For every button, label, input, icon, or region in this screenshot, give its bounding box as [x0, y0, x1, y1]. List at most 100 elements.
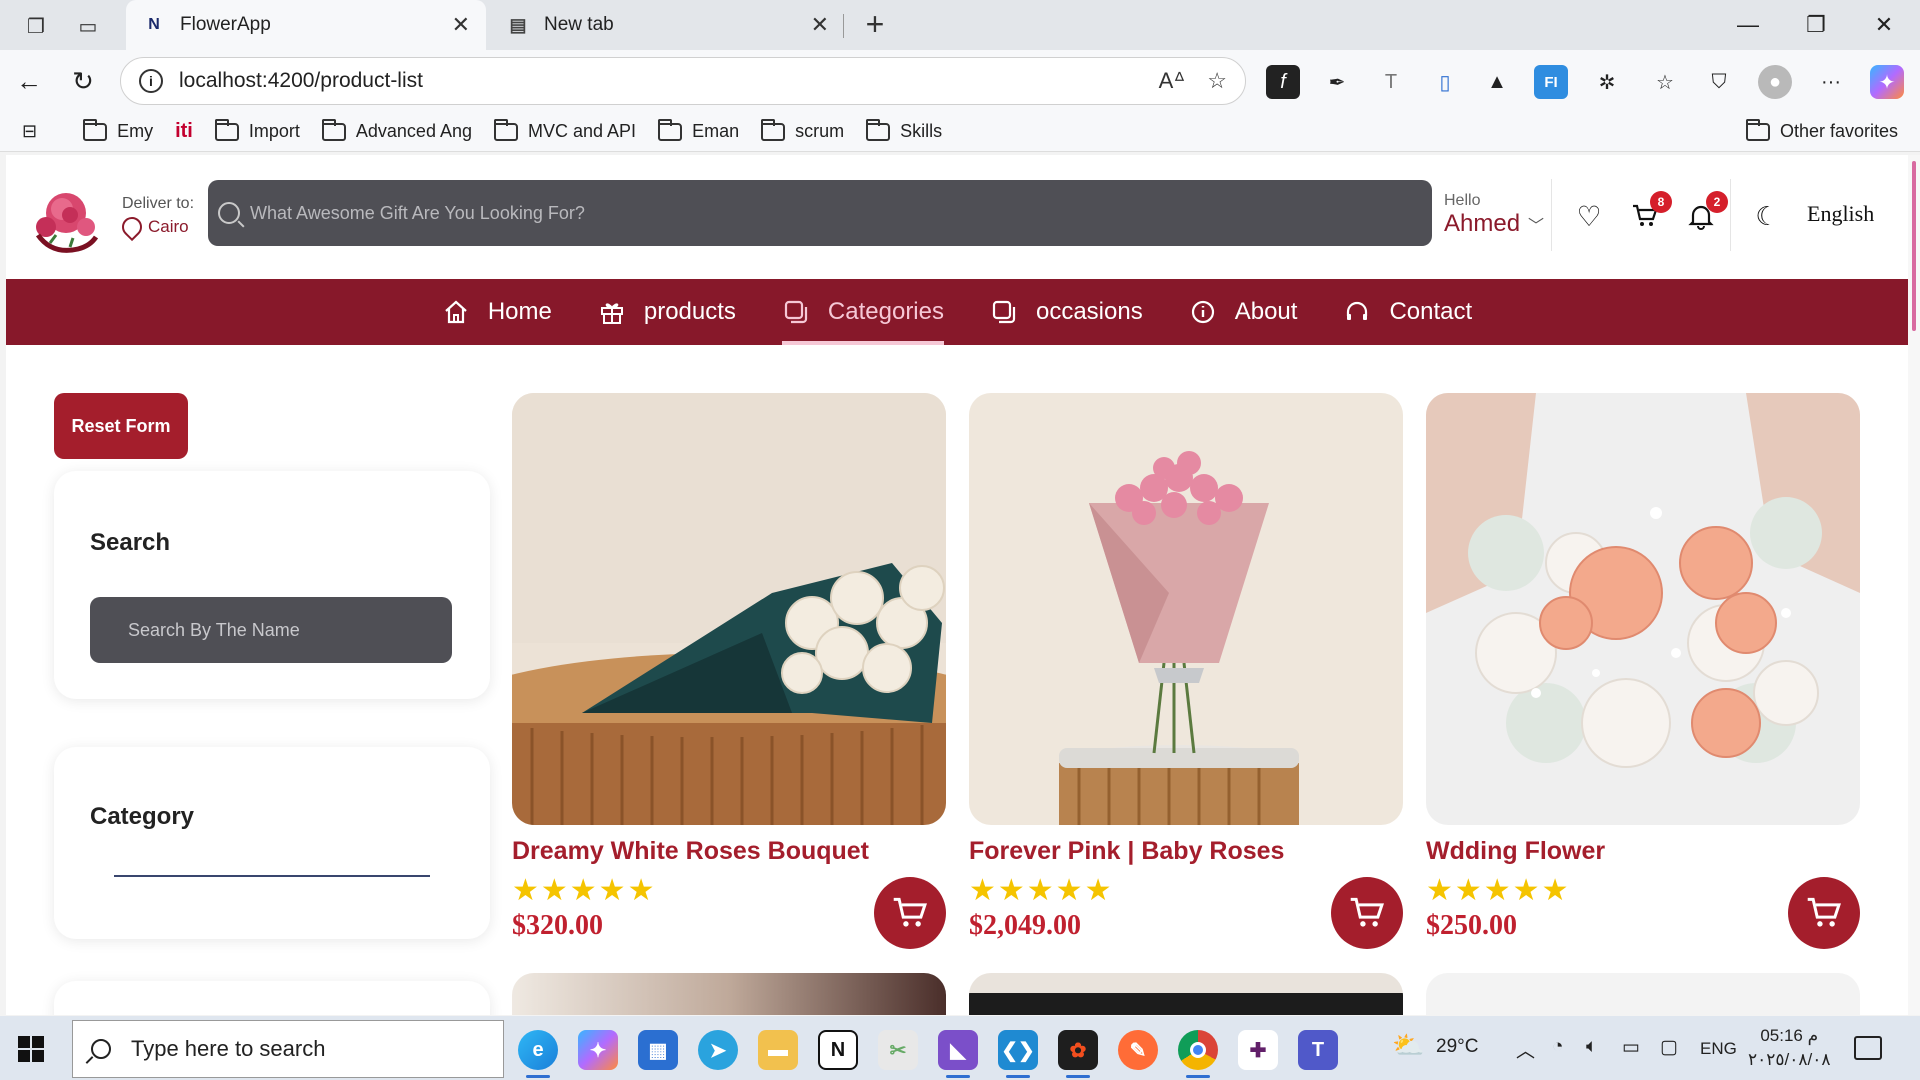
page-extension-icon[interactable]: ▯ [1428, 65, 1462, 99]
file-explorer-icon[interactable]: ▬ [758, 1030, 798, 1070]
product-name[interactable]: Dreamy White Roses Bouquet [512, 837, 946, 866]
bookmark-iti-icon[interactable]: iti [175, 120, 193, 143]
product-image-white-roses[interactable] [512, 393, 946, 825]
category-select-underline[interactable] [114, 875, 430, 877]
favorites-icon[interactable]: ☆ [1648, 65, 1682, 99]
nav-occasions[interactable]: occasions [990, 279, 1143, 345]
bookmark-reader-icon[interactable]: ⊟ [22, 121, 61, 142]
eyedropper-extension-icon[interactable]: ✒ [1320, 65, 1354, 99]
user-menu[interactable]: Hello Ahmed ﹀ [1444, 192, 1544, 238]
reset-form-button[interactable]: Reset Form [54, 393, 188, 459]
gift-search-input[interactable]: What Awesome Gift Are You Looking For? [208, 180, 1432, 246]
show-hidden-icons-icon[interactable]: ︿ [1516, 1036, 1535, 1063]
text-extension-icon[interactable]: T [1374, 65, 1408, 99]
edge-app-icon[interactable]: e [518, 1030, 558, 1078]
bookmark-scrum[interactable]: scrum [761, 118, 844, 142]
extensions-puzzle-icon[interactable]: ✲ [1590, 65, 1624, 99]
product-card[interactable]: Forever Pink | Baby Roses ★★★★★ $2,049.0… [969, 393, 1403, 949]
tab-new-tab[interactable]: ▤ New tab ✕ [490, 0, 845, 50]
bookmark-import[interactable]: Import [214, 118, 300, 142]
dark-mode-moon-icon[interactable]: ☾ [1750, 199, 1784, 233]
product-card[interactable]: Wdding Flower ★★★★★ $250.00 [1426, 393, 1860, 949]
city-selector[interactable]: Cairo [117, 212, 194, 242]
network-icon[interactable]: ◔ [1552, 1036, 1563, 1058]
windows-start-icon[interactable] [18, 1036, 44, 1062]
tab-flowerapp[interactable]: N FlowerApp ✕ [126, 0, 486, 50]
product-name[interactable]: Forever Pink | Baby Roses [969, 837, 1403, 866]
page-scrollbar[interactable] [1908, 155, 1920, 1015]
url-text[interactable]: localhost:4200/product-list [179, 69, 1137, 93]
deliver-location[interactable]: Deliver to: Cairo [117, 195, 194, 242]
telegram-app-icon[interactable]: ➤ [698, 1030, 738, 1070]
slack-app-icon[interactable]: ✚ [1238, 1030, 1278, 1070]
weather-icon[interactable]: ⛅ [1392, 1030, 1424, 1061]
nav-contact[interactable]: Contact [1343, 279, 1472, 345]
nav-categories[interactable]: Categories [781, 279, 945, 345]
visual-studio-icon[interactable]: ◣ [938, 1030, 978, 1078]
read-aloud-icon[interactable]: Aᐞ [1159, 68, 1186, 94]
bookmark-other-favorites[interactable]: Other favorites [1745, 118, 1898, 142]
copilot-icon[interactable]: ✦ [1870, 65, 1904, 99]
back-icon[interactable]: ← [10, 62, 48, 100]
close-tab-icon[interactable]: ✕ [811, 12, 829, 38]
postman-app-icon[interactable]: ✎ [1118, 1030, 1158, 1070]
figma-app-icon[interactable]: ✿ [1058, 1030, 1098, 1078]
volume-icon[interactable]: 🔈︎ [1586, 1036, 1597, 1058]
vscode-app-icon[interactable]: ❮❯ [998, 1030, 1038, 1078]
cart-icon[interactable]: 8 [1628, 191, 1672, 233]
taskbar-search-input[interactable]: Type here to search [72, 1020, 504, 1078]
nav-home[interactable]: Home [442, 279, 552, 345]
search-by-name-input[interactable]: Search By The Name [90, 597, 452, 663]
product-image-partial[interactable] [1426, 973, 1860, 1015]
close-tab-icon[interactable]: ✕ [452, 12, 470, 38]
bookmark-emy[interactable]: Emy [83, 118, 153, 142]
tab-actions-icon[interactable]: ▭ [72, 10, 104, 42]
site-info-icon[interactable]: i [139, 69, 163, 93]
nav-products[interactable]: products [598, 279, 736, 345]
roses-logo-icon[interactable] [28, 183, 104, 259]
notifications-icon[interactable] [1854, 1036, 1882, 1060]
fonts-extension-icon[interactable]: f [1266, 65, 1300, 99]
add-to-cart-button[interactable] [874, 877, 946, 949]
bookmark-eman[interactable]: Eman [658, 118, 739, 142]
product-image-wedding-flower[interactable] [1426, 393, 1860, 825]
browser-essentials-icon[interactable]: ⛉ [1702, 65, 1736, 99]
angular-extension-icon[interactable]: ▲ [1480, 65, 1514, 99]
add-to-cart-button[interactable] [1788, 877, 1860, 949]
add-to-cart-button[interactable] [1331, 877, 1403, 949]
battery-icon[interactable]: ▭ [1622, 1036, 1640, 1059]
product-image-partial[interactable] [969, 973, 1403, 1015]
wishlist-heart-icon[interactable]: ♡ [1572, 199, 1606, 233]
nav-about[interactable]: About [1189, 279, 1297, 345]
notion-app-icon[interactable]: N [818, 1030, 858, 1070]
more-menu-icon[interactable]: ··· [1814, 65, 1848, 99]
display-icon[interactable]: ▢ [1660, 1036, 1678, 1059]
restore-icon[interactable]: ❐ [1788, 0, 1844, 50]
bookmark-mvc-and-api[interactable]: MVC and API [494, 118, 636, 142]
language-switch[interactable]: English [1807, 201, 1874, 227]
input-language[interactable]: ENG [1700, 1039, 1737, 1059]
teams-app-icon[interactable]: T [1298, 1030, 1338, 1070]
workspaces-icon[interactable]: ❐ [20, 10, 52, 42]
scrollbar-thumb[interactable] [1912, 161, 1916, 331]
product-image-pink-roses[interactable] [969, 393, 1403, 825]
notification-bell-icon[interactable]: 2 [1684, 191, 1728, 233]
close-window-icon[interactable]: ✕ [1856, 0, 1912, 50]
bookmark-advanced-ang[interactable]: Advanced Ang [321, 118, 472, 142]
bookmark-skills[interactable]: Skills [866, 118, 942, 142]
favorite-star-icon[interactable]: ☆ [1207, 68, 1227, 94]
taskbar-clock[interactable]: 05:16 م ٢٠٢٥/٠٨/٠٨ [1748, 1024, 1831, 1072]
product-card[interactable]: Dreamy White Roses Bouquet ★★★★★ $320.00 [512, 393, 946, 949]
address-bar[interactable]: i localhost:4200/product-list Aᐞ ☆ [120, 57, 1246, 105]
minimize-icon[interactable]: — [1720, 0, 1776, 50]
product-image-partial[interactable] [512, 973, 946, 1015]
weather-temp[interactable]: 29°C [1436, 1036, 1478, 1058]
fi-extension-icon[interactable]: FI [1534, 65, 1568, 99]
new-tab-button[interactable]: + [856, 6, 894, 44]
profile-avatar[interactable]: ● [1758, 65, 1792, 99]
snipping-tool-icon[interactable]: ✂ [878, 1030, 918, 1070]
product-name[interactable]: Wdding Flower [1426, 837, 1860, 866]
copilot-app-icon[interactable]: ✦ [578, 1030, 618, 1070]
store-app-icon[interactable]: ▦ [638, 1030, 678, 1070]
chrome-app-icon[interactable] [1178, 1030, 1218, 1078]
